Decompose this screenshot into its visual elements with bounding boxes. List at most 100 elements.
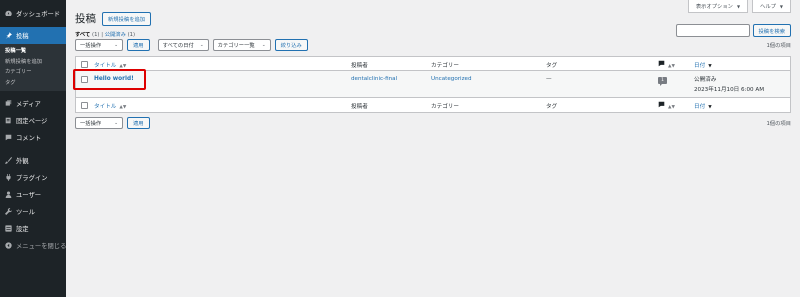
add-new-post-button[interactable]: 新規投稿を追加 [102,11,152,26]
collapse-menu-label: メニューを閉じる [16,243,67,250]
posts-submenu: 投稿一覧 新規投稿を追加 カテゴリー タグ [0,44,66,91]
view-published[interactable]: 公開済み [105,32,126,38]
bulk-action-select[interactable]: 一括操作 ⌄ [75,39,123,51]
highlight-box [73,69,146,90]
comment-count-badge[interactable]: 1 [658,77,667,86]
column-title[interactable]: タイトル ▲▼ [94,61,126,69]
bulk-action-value: 一括操作 [80,121,102,127]
media-icon [5,100,12,107]
column-date-footer[interactable]: 日付 ▼ [694,102,712,110]
chevron-down-icon: ⌄ [261,42,266,48]
table-header-row: タイトル ▲▼ 投稿者 カテゴリー タグ ▲▼ 日付 ▼ [76,57,790,71]
date-filter-value: すべての日付 [162,43,194,49]
column-author-footer: 投稿者 [351,103,368,110]
post-status-views: すべて (1) | 公開済み (1) [75,30,135,38]
search-input[interactable] [675,24,750,37]
title-row: 投稿 新規投稿を追加 [75,11,152,26]
admin-sidebar: ダッシュボード 投稿 投稿一覧 新規投稿を追加 カテゴリー タグ メディア 固定… [0,0,66,297]
user-icon [5,191,12,198]
view-all[interactable]: すべて [75,32,90,38]
column-title-label: タイトル [94,103,117,110]
sort-icon: ▲▼ [668,105,675,110]
select-all-checkbox[interactable] [81,60,88,68]
settings-icon [5,225,12,232]
help-tab[interactable]: ヘルプ ▼ [752,0,791,13]
menu-settings[interactable]: 設定 [0,220,66,237]
menu-comments[interactable]: コメント [0,129,66,146]
items-count: 1個の項目 [766,43,791,49]
menu-posts[interactable]: 投稿 [0,27,66,44]
category-filter-select[interactable]: カテゴリー一覧 ⌄ [212,39,271,51]
column-author: 投稿者 [351,62,368,69]
filter-button[interactable]: 絞り込み [274,39,308,51]
items-count-bottom: 1個の項目 [766,121,791,127]
comment-icon [5,134,12,141]
chevron-down-icon: ⌄ [114,120,118,126]
view-separator: | [101,32,103,38]
menu-users[interactable]: ユーザー [0,186,66,203]
menu-plugins[interactable]: プラグイン [0,169,66,186]
column-categories-footer: カテゴリー [431,103,459,110]
submenu-all-posts[interactable]: 投稿一覧 [0,46,66,57]
post-author-link[interactable]: dentalclinic-final [351,76,397,82]
category-filter-value: カテゴリー一覧 [217,43,255,49]
post-category-link[interactable]: Uncategorized [431,76,472,82]
column-categories: カテゴリー [431,62,459,69]
comment-icon [658,101,665,108]
bulk-action-value: 一括操作 [80,43,102,49]
sort-icon: ▲▼ [119,104,127,110]
main-content: 表示オプション ▼ ヘルプ ▼ 投稿 新規投稿を追加 すべて (1) | 公開済み … [66,0,800,297]
column-comments-footer[interactable]: ▲▼ [658,101,675,110]
apply-button[interactable]: 適用 [127,39,150,51]
menu-pages[interactable]: 固定ページ [0,112,66,129]
menu-pages-label: 固定ページ [16,118,48,125]
page-title: 投稿 [75,13,96,25]
menu-media[interactable]: メディア [0,95,66,112]
search-posts-button[interactable]: 投稿を検索 [752,24,791,37]
paintbrush-icon [5,157,12,164]
column-date-label: 日付 [694,62,706,69]
bulk-action-select-bottom[interactable]: 一括操作 ⌄ [75,117,123,129]
collapse-menu[interactable]: メニューを閉じる [0,237,66,254]
menu-plugins-label: プラグイン [16,175,48,182]
column-title-footer[interactable]: タイトル ▲▼ [94,102,126,110]
column-date[interactable]: 日付 ▼ [694,61,712,69]
submenu-tags[interactable]: タグ [0,78,66,89]
post-tags: — [546,76,552,82]
screen-meta-links: 表示オプション ▼ ヘルプ ▼ [687,0,791,13]
table-row: Hello world! dentalclinic-final Uncatego… [76,71,790,98]
column-tags: タグ [546,62,558,69]
wrench-icon [5,208,12,215]
chevron-down-icon: ⌄ [199,42,204,48]
submenu-categories[interactable]: カテゴリー [0,67,66,78]
submenu-add-new-post[interactable]: 新規投稿を追加 [0,57,66,68]
column-comments[interactable]: ▲▼ [658,60,675,69]
posts-table: タイトル ▲▼ 投稿者 カテゴリー タグ ▲▼ 日付 ▼ Hello world! … [75,56,791,113]
view-all-count: (1) [92,32,100,38]
menu-posts-label: 投稿 [16,33,29,40]
sort-desc-icon: ▼ [708,63,712,69]
menu-comments-label: コメント [16,135,42,142]
menu-users-label: ユーザー [16,192,42,199]
apply-button-bottom[interactable]: 適用 [127,117,150,129]
menu-media-label: メディア [16,101,41,108]
chevron-down-icon: ⌄ [114,42,118,48]
menu-tools[interactable]: ツール [0,203,66,220]
menu-tools-label: ツール [16,209,35,216]
comment-icon [658,60,665,67]
pages-icon [5,117,12,124]
post-date-value: 2023年11月10日 6:00 AM [694,87,765,93]
column-tags-footer: タグ [546,103,558,110]
date-filter-select[interactable]: すべての日付 ⌄ [157,39,209,51]
menu-appearance[interactable]: 外観 [0,152,66,169]
caret-down-icon: ▼ [736,3,741,9]
menu-dashboard[interactable]: ダッシュボード [0,5,66,22]
screen-options-tab[interactable]: 表示オプション ▼ [687,0,749,13]
sort-icon: ▲▼ [119,63,127,69]
screen-options-label: 表示オプション [695,4,733,10]
post-date-status: 公開済み [694,77,717,83]
view-published-count: (1) [127,32,136,38]
menu-settings-label: 設定 [16,226,29,233]
pin-icon [5,32,12,39]
select-all-checkbox-footer[interactable] [81,101,88,109]
